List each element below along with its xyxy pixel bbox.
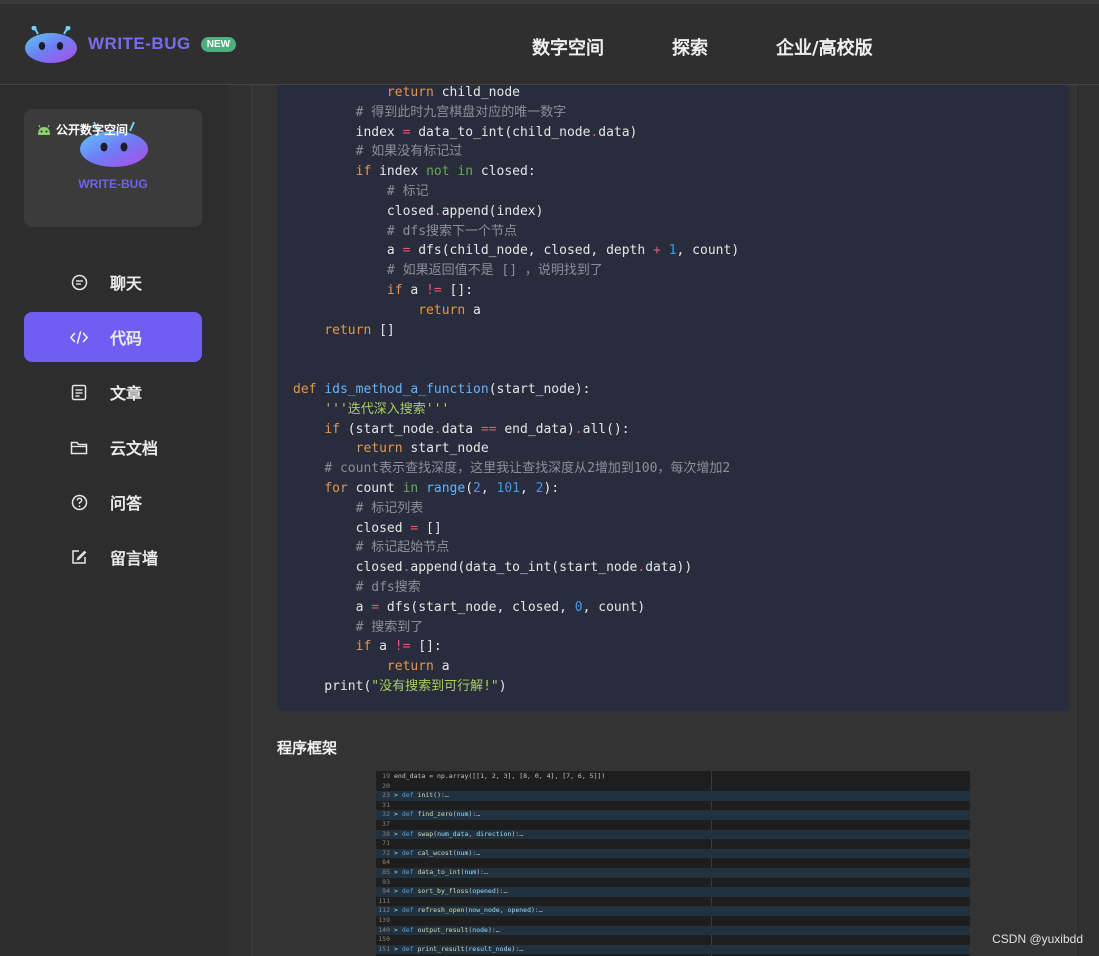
sidebar-item-message-wall[interactable]: 留言墙 (24, 532, 202, 582)
line-number: 111 (378, 896, 390, 905)
edit-icon (70, 548, 88, 566)
nav-enterprise[interactable]: 企业/高校版 (776, 34, 873, 60)
line-number: 71 (382, 839, 390, 848)
editor-line: 85 > def data_to_int(num):… (376, 868, 970, 878)
line-number: 20 (382, 781, 390, 790)
brand-name: WRITE-BUG (88, 34, 191, 53)
line-text: > def cal_wcost(num):… (394, 848, 481, 857)
editor-line: 139 (376, 916, 970, 926)
editor-line: 94 > def sort_by_floss(opened):… (376, 887, 970, 897)
sidebar-item-qa[interactable]: 问答 (24, 477, 202, 527)
editor-line: 31 (376, 801, 970, 811)
line-text: > def sort_by_floss(opened):… (394, 887, 508, 896)
line-number: 150 (378, 935, 390, 944)
editor-line: 37 (376, 820, 970, 830)
sidebar-item-cloud-docs[interactable]: 云文档 (24, 422, 202, 472)
line-number: 37 (382, 820, 390, 828)
editor-line: 111 (376, 897, 970, 907)
sidebar-item-article[interactable]: 文章 (24, 367, 202, 417)
line-text: > def swap(num_data, direction):… (394, 829, 524, 838)
editor-line: 112 > def refresh_open(now_node, opened):… (376, 906, 970, 916)
line-number: 31 (382, 800, 390, 809)
line-text: > def init():… (394, 791, 449, 800)
code-text: return child_node # 得到此时九宫棋盘对应的唯一数字 inde… (293, 85, 740, 694)
main-nav: 数字空间 探索 企业/高校版 (532, 34, 873, 60)
android-icon (38, 124, 50, 135)
watermark: CSDN @yuxibdd (992, 932, 1083, 946)
code-block[interactable]: return child_node # 得到此时九宫棋盘对应的唯一数字 inde… (277, 85, 1069, 711)
article-panel: return child_node # 得到此时九宫棋盘对应的唯一数字 inde… (251, 85, 1076, 956)
promo-tag-label: 公开数字空间 (56, 123, 129, 137)
code-icon (70, 328, 88, 346)
chat-icon (70, 273, 88, 291)
line-number: 85 (382, 868, 390, 876)
new-badge: NEW (200, 36, 237, 52)
line-number: 140 (378, 925, 390, 934)
sidebar-item-label: 聊天 (110, 274, 143, 293)
editor-line: 84 (376, 858, 970, 868)
editor-line: 72 > def cal_wcost(num):… (376, 848, 970, 859)
line-number: 23 (382, 791, 390, 800)
editor-line: 32 > def find_zero(num):… (376, 810, 970, 820)
nav-explore[interactable]: 探索 (672, 34, 708, 60)
line-number: 84 (382, 858, 390, 867)
editor-line: 150 (376, 935, 970, 945)
sidebar-item-label: 文章 (110, 384, 143, 403)
top-bar: WRITE-BUG NEW 数字空间 探索 企业/高校版 (0, 0, 1099, 85)
line-text: > def print_result(result_node):… (394, 944, 524, 953)
line-text: end_data = np.array([[1, 2, 3], [8, 0, 4… (394, 772, 606, 780)
sidebar-item-label: 留言墙 (110, 549, 159, 568)
promo-card[interactable]: 公开数字空间 WRITE-BUG (24, 109, 202, 227)
article-icon (70, 383, 88, 401)
line-number: 93 (382, 877, 390, 886)
editor-line: 140 > def output_result(node):… (376, 925, 970, 936)
nav-digital-space[interactable]: 数字空间 (532, 34, 604, 60)
section-title: 程序框架 (277, 739, 338, 757)
promo-tag: 公开数字空间 (36, 121, 128, 138)
line-number: 94 (382, 887, 390, 896)
sidebar-item-label: 云文档 (110, 439, 159, 458)
line-text: > def data_to_int(num):… (394, 868, 488, 876)
line-text: > def refresh_open(now_node, opened):… (394, 906, 543, 915)
program-outline-image: 19 end_data = np.array([[1, 2, 3], [8, 0,… (376, 771, 970, 956)
line-text: > def output_result(node):… (394, 925, 500, 934)
question-icon (70, 493, 88, 511)
folder-icon (70, 438, 88, 456)
sidebar-item-chat[interactable]: 聊天 (24, 257, 202, 307)
main-content: return child_node # 得到此时九宫棋盘对应的唯一数字 inde… (228, 85, 1099, 956)
editor-line: 23 > def init():… (376, 791, 970, 801)
line-number: 151 (378, 944, 390, 953)
mascot-logo-icon (24, 25, 78, 63)
line-number: 72 (382, 848, 390, 857)
line-number: 19 (382, 772, 390, 780)
editor-line: 38 > def swap(num_data, direction):… (376, 829, 970, 840)
sidebar-item-label: 问答 (110, 494, 143, 513)
promo-brand: WRITE-BUG (78, 177, 148, 191)
sidebar-item-label: 代码 (110, 329, 143, 348)
sidebar-item-code[interactable]: 代码 (24, 312, 202, 362)
line-number: 112 (378, 906, 390, 915)
editor-line: 19 end_data = np.array([[1, 2, 3], [8, 0,… (376, 772, 970, 782)
editor-line: 93 (376, 878, 970, 888)
sidebar: 公开数字空间 WRITE-BUG 聊天 代码 文章 云文档 问答 留言墙 (0, 85, 228, 956)
editor-line: 71 (376, 839, 970, 849)
line-number: 139 (378, 916, 390, 924)
line-text: > def find_zero(num):… (394, 810, 481, 819)
line-number: 38 (382, 829, 390, 838)
editor-line: 20 (376, 782, 970, 792)
line-number: 32 (382, 810, 390, 819)
editor-line: 151 > def print_result(result_node):… (376, 944, 970, 955)
logo[interactable]: WRITE-BUG NEW (24, 25, 237, 63)
